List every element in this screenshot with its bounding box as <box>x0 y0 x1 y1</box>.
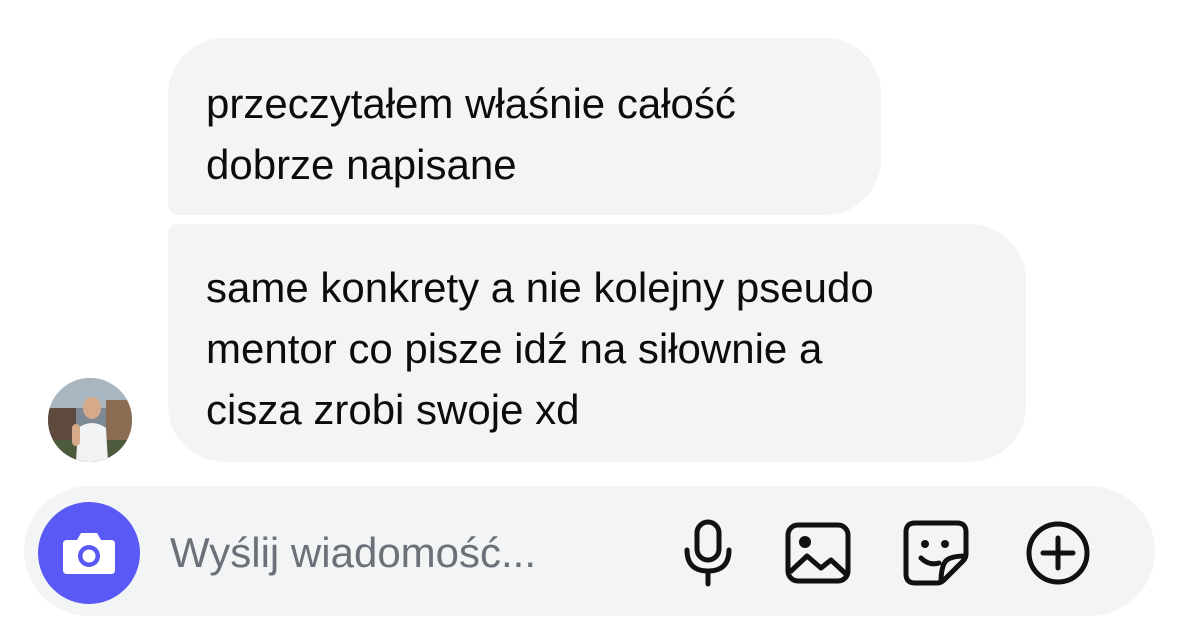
plus-circle-icon <box>1026 521 1090 585</box>
avatar-photo <box>48 378 132 462</box>
sticker-icon <box>903 520 969 586</box>
image-icon <box>785 522 851 584</box>
gallery-button[interactable] <box>780 515 856 591</box>
message-text-line: cisza zrobi swoje xd <box>206 386 580 433</box>
message-text-line: mentor co pisze idź na siłownie a <box>206 325 823 372</box>
message-text-line: dobrze napisane <box>206 141 517 188</box>
message-input[interactable] <box>170 522 640 584</box>
sticker-button[interactable] <box>898 515 974 591</box>
avatar[interactable] <box>48 378 132 462</box>
message-text-line: przeczytałem właśnie całość <box>206 80 736 127</box>
camera-icon <box>63 533 115 574</box>
camera-button[interactable] <box>38 502 140 604</box>
message-text-line: same konkrety a nie kolejny pseudo <box>206 264 874 311</box>
microphone-icon <box>684 519 732 587</box>
message-bubble[interactable]: przeczytałem właśnie całość dobrze napis… <box>168 38 881 215</box>
more-options-button[interactable] <box>1020 515 1096 591</box>
message-bubble[interactable]: same konkrety a nie kolejny pseudo mento… <box>168 224 1026 462</box>
microphone-button[interactable] <box>670 515 746 591</box>
